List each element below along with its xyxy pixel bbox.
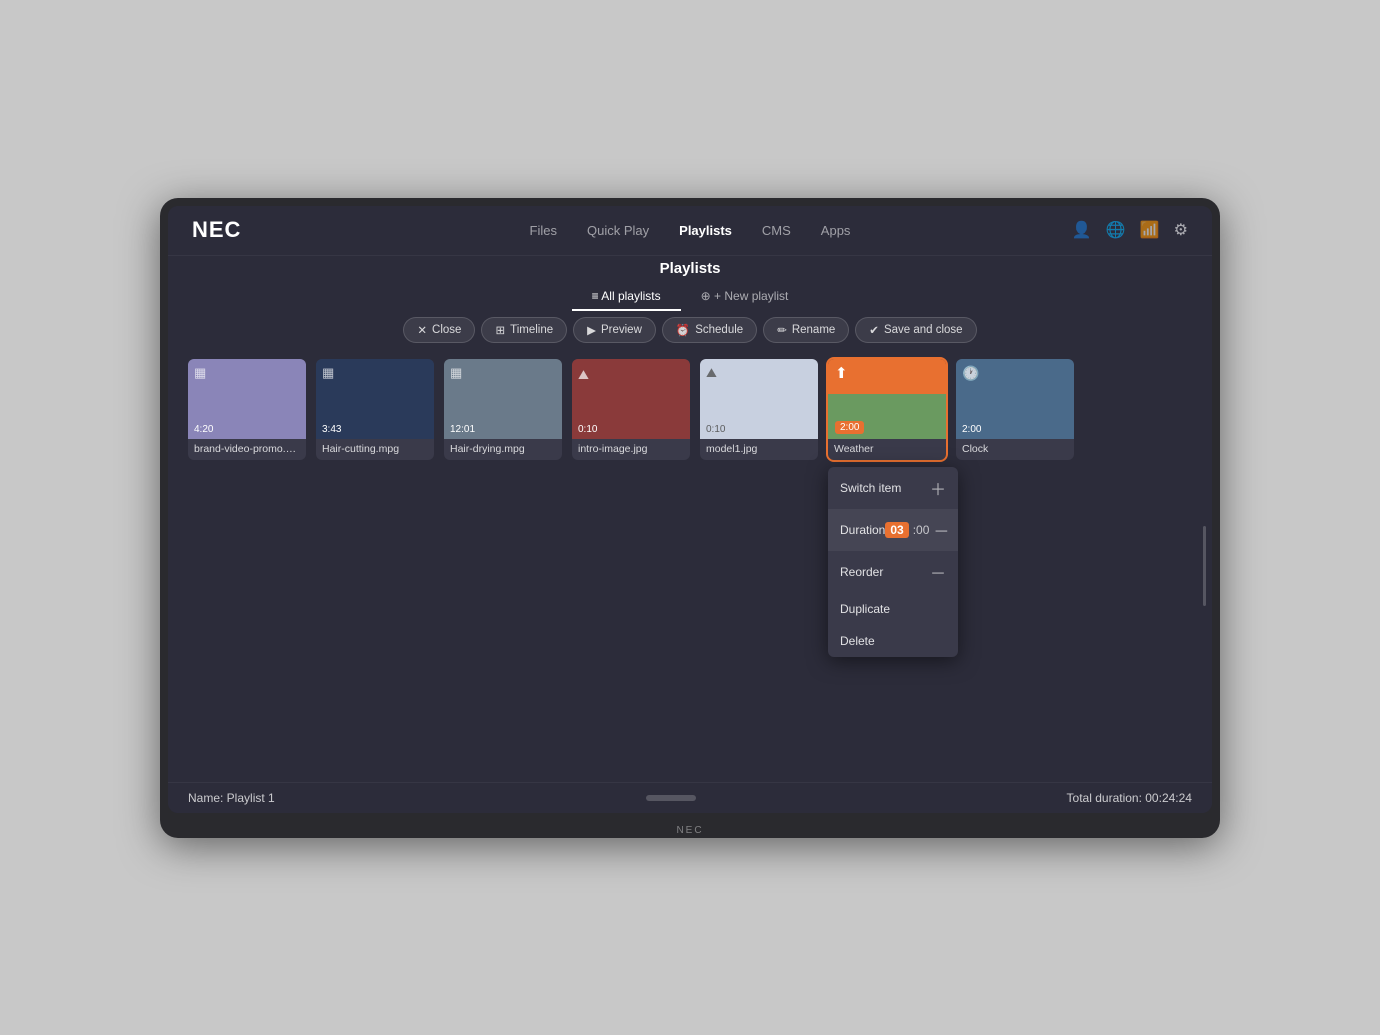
nav-cms[interactable]: CMS bbox=[762, 223, 791, 238]
label-1: brand-video-promo.mpg bbox=[188, 439, 306, 460]
thumb-2: ▦ 3:43 bbox=[316, 359, 434, 439]
ctx-duplicate[interactable]: Duplicate bbox=[828, 593, 958, 625]
tv-display: NEC Files Quick Play Playlists CMS Apps … bbox=[160, 198, 1220, 838]
section-title-row: Playlists bbox=[168, 256, 1212, 277]
timeline-icon: ⊞ bbox=[495, 323, 505, 337]
thumb-5: ⛰ 0:10 bbox=[700, 359, 818, 439]
scroll-bar[interactable] bbox=[646, 795, 696, 801]
wifi-icon[interactable]: 📶 bbox=[1140, 220, 1160, 240]
context-menu: Switch item ＋ Duration 03 :00 － Reorder bbox=[828, 467, 958, 657]
user-icon[interactable]: 👤 bbox=[1072, 220, 1092, 240]
nav-links: Files Quick Play Playlists CMS Apps bbox=[530, 223, 851, 238]
duration-2: 3:43 bbox=[322, 424, 341, 435]
ctx-minus-icon: － bbox=[933, 518, 949, 542]
ctx-switch-item[interactable]: Switch item ＋ bbox=[828, 467, 958, 509]
media-strip: ▦ 4:20 brand-video-promo.mpg ▦ 3:43 Hair… bbox=[168, 351, 1212, 782]
duration-value: 03 :00 － bbox=[885, 518, 949, 542]
weather-arrow-icon: ⬆ bbox=[835, 364, 848, 382]
globe-icon[interactable]: 🌐 bbox=[1106, 220, 1126, 240]
media-card-3[interactable]: ▦ 12:01 Hair-drying.mpg bbox=[444, 359, 562, 460]
nav-files[interactable]: Files bbox=[530, 223, 557, 238]
label-5: model1.jpg bbox=[700, 439, 818, 460]
screen: NEC Files Quick Play Playlists CMS Apps … bbox=[168, 206, 1212, 813]
label-4: intro-image.jpg bbox=[572, 439, 690, 460]
tab-all-playlists[interactable]: ≡ All playlists bbox=[572, 283, 681, 311]
media-card-1[interactable]: ▦ 4:20 brand-video-promo.mpg bbox=[188, 359, 306, 460]
app-logo: NEC bbox=[192, 217, 241, 243]
scroll-indicator bbox=[1203, 526, 1206, 606]
timeline-button[interactable]: ⊞ Timeline bbox=[481, 317, 567, 343]
close-button[interactable]: ✕ Close bbox=[403, 317, 475, 343]
play-icon: ▶ bbox=[587, 323, 596, 337]
playlist-name: Name: Playlist 1 bbox=[188, 791, 275, 805]
duration-1: 4:20 bbox=[194, 424, 213, 435]
close-icon: ✕ bbox=[417, 323, 427, 337]
total-duration: Total duration: 00:24:24 bbox=[1067, 791, 1192, 805]
duration-5: 0:10 bbox=[706, 424, 725, 435]
ctx-duration[interactable]: Duration 03 :00 － bbox=[828, 509, 958, 551]
section-title: Playlists bbox=[660, 260, 721, 277]
image-icon-5: ⛰ bbox=[706, 365, 717, 381]
label-clock: Clock bbox=[956, 439, 1074, 460]
thumb-1: ▦ 4:20 bbox=[188, 359, 306, 439]
playlist-tabs: ≡ All playlists ⊕ + New playlist bbox=[168, 277, 1212, 313]
media-card-weather[interactable]: ⬆ 2:00 Weather Switch item ＋ Duration 03… bbox=[828, 359, 946, 460]
plus-icon: ⊕ bbox=[701, 289, 714, 303]
nav-playlists[interactable]: Playlists bbox=[679, 223, 732, 238]
thumb-weather: ⬆ 2:00 bbox=[828, 359, 946, 439]
preview-button[interactable]: ▶ Preview bbox=[573, 317, 656, 343]
duration-highlight: 03 bbox=[885, 522, 908, 538]
duration-weather: 2:00 bbox=[835, 421, 864, 434]
media-card-4[interactable]: ⛰ 0:10 intro-image.jpg bbox=[572, 359, 690, 460]
media-card-5[interactable]: ⛰ 0:10 model1.jpg bbox=[700, 359, 818, 460]
settings-icon[interactable]: ⚙ bbox=[1174, 220, 1188, 240]
video-icon-2: ▦ bbox=[322, 365, 334, 381]
save-icon: ✔ bbox=[869, 323, 879, 337]
video-icon-1: ▦ bbox=[194, 365, 206, 381]
image-icon-4: ⛰ bbox=[578, 367, 589, 383]
ctx-plus-icon: ＋ bbox=[930, 476, 946, 500]
schedule-button[interactable]: ⏰ Schedule bbox=[662, 317, 757, 343]
schedule-icon: ⏰ bbox=[676, 323, 690, 337]
ctx-delete[interactable]: Delete bbox=[828, 625, 958, 657]
list-icon: ≡ bbox=[592, 289, 602, 303]
nav-quickplay[interactable]: Quick Play bbox=[587, 223, 649, 238]
label-weather: Weather bbox=[828, 439, 946, 460]
ctx-reorder-icon: － bbox=[930, 560, 946, 584]
tv-brand-label: NEC bbox=[160, 821, 1220, 838]
clock-icon: 🕐 bbox=[962, 365, 979, 382]
duration-clock: 2:00 bbox=[962, 424, 981, 435]
video-icon-3: ▦ bbox=[450, 365, 462, 381]
save-and-close-button[interactable]: ✔ Save and close bbox=[855, 317, 976, 343]
bottom-bar: Name: Playlist 1 Total duration: 00:24:2… bbox=[168, 782, 1212, 813]
media-card-clock[interactable]: 🕐 2:00 Clock bbox=[956, 359, 1074, 460]
duration-4: 0:10 bbox=[578, 424, 597, 435]
rename-button[interactable]: ✏ Rename bbox=[763, 317, 849, 343]
tab-new-playlist[interactable]: ⊕ + New playlist bbox=[681, 283, 809, 311]
thumb-4: ⛰ 0:10 bbox=[572, 359, 690, 439]
pencil-icon: ✏ bbox=[777, 323, 787, 337]
nav-icons: 👤 🌐 📶 ⚙ bbox=[1072, 220, 1188, 240]
label-2: Hair-cutting.mpg bbox=[316, 439, 434, 460]
thumb-clock: 🕐 2:00 bbox=[956, 359, 1074, 439]
action-bar: ✕ Close ⊞ Timeline ▶ Preview ⏰ Schedule … bbox=[168, 313, 1212, 351]
label-3: Hair-drying.mpg bbox=[444, 439, 562, 460]
nav-apps[interactable]: Apps bbox=[821, 223, 851, 238]
nav-bar: NEC Files Quick Play Playlists CMS Apps … bbox=[168, 206, 1212, 256]
ctx-reorder[interactable]: Reorder － bbox=[828, 551, 958, 593]
media-card-2[interactable]: ▦ 3:43 Hair-cutting.mpg bbox=[316, 359, 434, 460]
thumb-3: ▦ 12:01 bbox=[444, 359, 562, 439]
duration-3: 12:01 bbox=[450, 424, 475, 435]
duration-rest: :00 bbox=[913, 523, 930, 537]
